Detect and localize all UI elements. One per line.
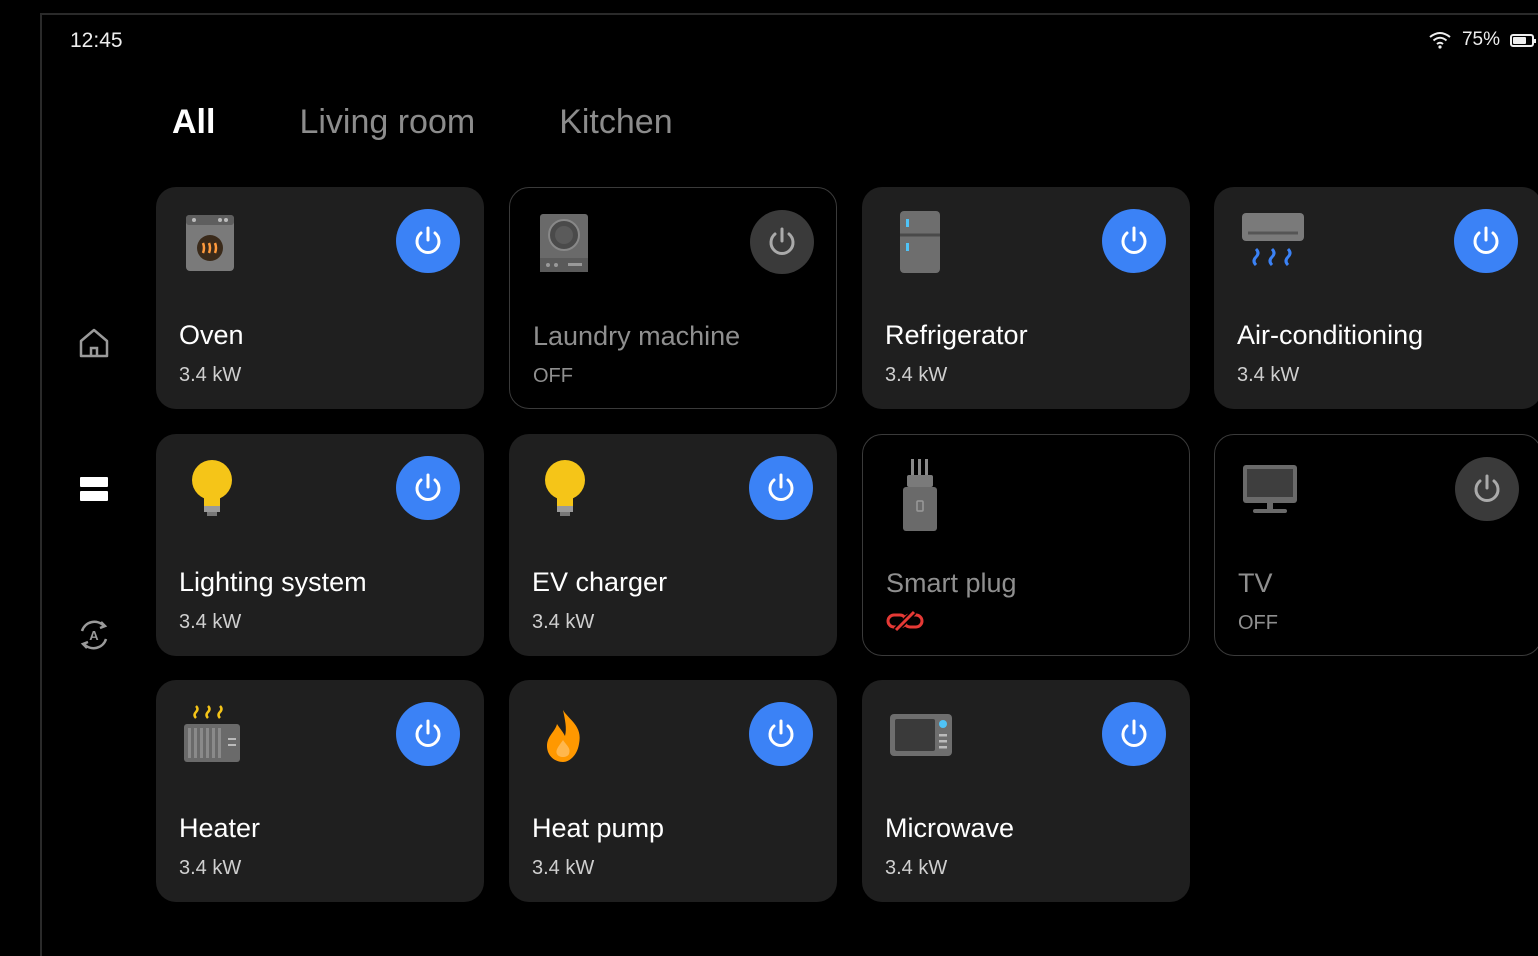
flame-icon	[535, 702, 595, 766]
device-card-heat-pump[interactable]: Heat pump 3.4 kW	[509, 680, 837, 902]
device-power: 3.4 kW	[179, 857, 242, 879]
power-button[interactable]	[749, 456, 813, 520]
status-bar-right: 75%	[1428, 29, 1536, 51]
microwave-icon	[888, 702, 952, 766]
device-card-refrigerator[interactable]: Refrigerator 3.4 kW	[862, 187, 1190, 409]
device-status: OFF	[1238, 612, 1278, 634]
power-button[interactable]	[1455, 457, 1519, 521]
tv-icon	[1241, 457, 1301, 521]
device-power: 3.4 kW	[532, 857, 595, 879]
power-icon	[1474, 474, 1500, 502]
air-conditioner-icon	[1240, 209, 1304, 273]
device-name: Oven	[179, 320, 244, 350]
power-button[interactable]	[1102, 209, 1166, 273]
device-card-tv[interactable]: TV OFF	[1214, 434, 1538, 656]
tablet-screen: 12:45 75% All Living room Kitchen A Oven…	[40, 13, 1538, 956]
device-power: 3.4 kW	[179, 364, 242, 386]
light-bulb-icon	[182, 456, 242, 520]
device-name: Laundry machine	[533, 321, 741, 351]
device-name: Refrigerator	[885, 320, 1028, 350]
device-power: 3.4 kW	[885, 364, 948, 386]
device-card-heater[interactable]: Heater 3.4 kW	[156, 680, 484, 902]
battery-icon	[1510, 33, 1536, 47]
tab-living-room[interactable]: Living room	[299, 103, 475, 142]
oven-icon	[182, 209, 242, 273]
room-tabs: All Living room Kitchen	[172, 103, 757, 142]
power-icon	[415, 226, 441, 254]
auto-mode-icon: A	[80, 620, 108, 650]
refrigerator-icon	[888, 209, 948, 273]
power-button[interactable]	[750, 210, 814, 274]
device-card-oven[interactable]: Oven 3.4 kW	[156, 187, 484, 409]
device-name: Air-conditioning	[1237, 320, 1424, 350]
wifi-icon	[1429, 32, 1451, 49]
power-icon	[768, 473, 794, 501]
power-icon	[769, 227, 795, 255]
home-icon	[79, 328, 109, 358]
power-icon	[1121, 226, 1147, 254]
battery-percent: 75%	[1461, 29, 1500, 50]
power-button[interactable]	[1102, 702, 1166, 766]
device-name: TV	[1238, 568, 1273, 598]
power-button[interactable]	[396, 456, 460, 520]
power-icon	[415, 719, 441, 747]
disconnected-link-icon	[886, 609, 924, 633]
device-card-lighting-system[interactable]: Lighting system 3.4 kW	[156, 434, 484, 656]
device-card-air-conditioning[interactable]: Air-conditioning 3.4 kW	[1214, 187, 1538, 409]
power-icon	[415, 473, 441, 501]
light-bulb-icon	[535, 456, 595, 520]
tab-kitchen[interactable]: Kitchen	[559, 103, 672, 142]
device-status: OFF	[533, 365, 573, 387]
list-view-icon	[80, 477, 108, 501]
device-name: Microwave	[885, 813, 1015, 843]
device-power: 3.4 kW	[532, 611, 595, 633]
device-power: 3.4 kW	[1237, 364, 1300, 386]
nav-home[interactable]	[76, 325, 112, 361]
tab-all[interactable]: All	[172, 103, 215, 142]
device-power: 3.4 kW	[885, 857, 948, 879]
nav-list-view[interactable]	[76, 471, 112, 507]
device-name: Heater	[179, 813, 261, 843]
power-button[interactable]	[1454, 209, 1518, 273]
laundry-machine-icon	[536, 210, 596, 274]
status-time: 12:45	[70, 29, 123, 52]
device-status	[886, 609, 924, 638]
device-name: EV charger	[532, 567, 668, 597]
power-icon	[768, 719, 794, 747]
nav-auto-mode[interactable]: A	[76, 617, 112, 653]
power-button[interactable]	[749, 702, 813, 766]
svg-text:A: A	[89, 628, 99, 643]
power-button[interactable]	[396, 209, 460, 273]
smart-plug-icon	[889, 457, 949, 531]
heater-icon	[182, 702, 242, 766]
device-name: Smart plug	[886, 568, 1017, 598]
device-power: 3.4 kW	[179, 611, 242, 633]
device-name: Heat pump	[532, 813, 665, 843]
device-card-microwave[interactable]: Microwave 3.4 kW	[862, 680, 1190, 902]
device-card-smart-plug[interactable]: Smart plug	[862, 434, 1190, 656]
power-icon	[1473, 226, 1499, 254]
power-icon	[1121, 719, 1147, 747]
device-card-laundry-machine[interactable]: Laundry machine OFF	[509, 187, 837, 409]
device-card-ev-charger[interactable]: EV charger 3.4 kW	[509, 434, 837, 656]
power-button[interactable]	[396, 702, 460, 766]
device-name: Lighting system	[179, 567, 367, 597]
